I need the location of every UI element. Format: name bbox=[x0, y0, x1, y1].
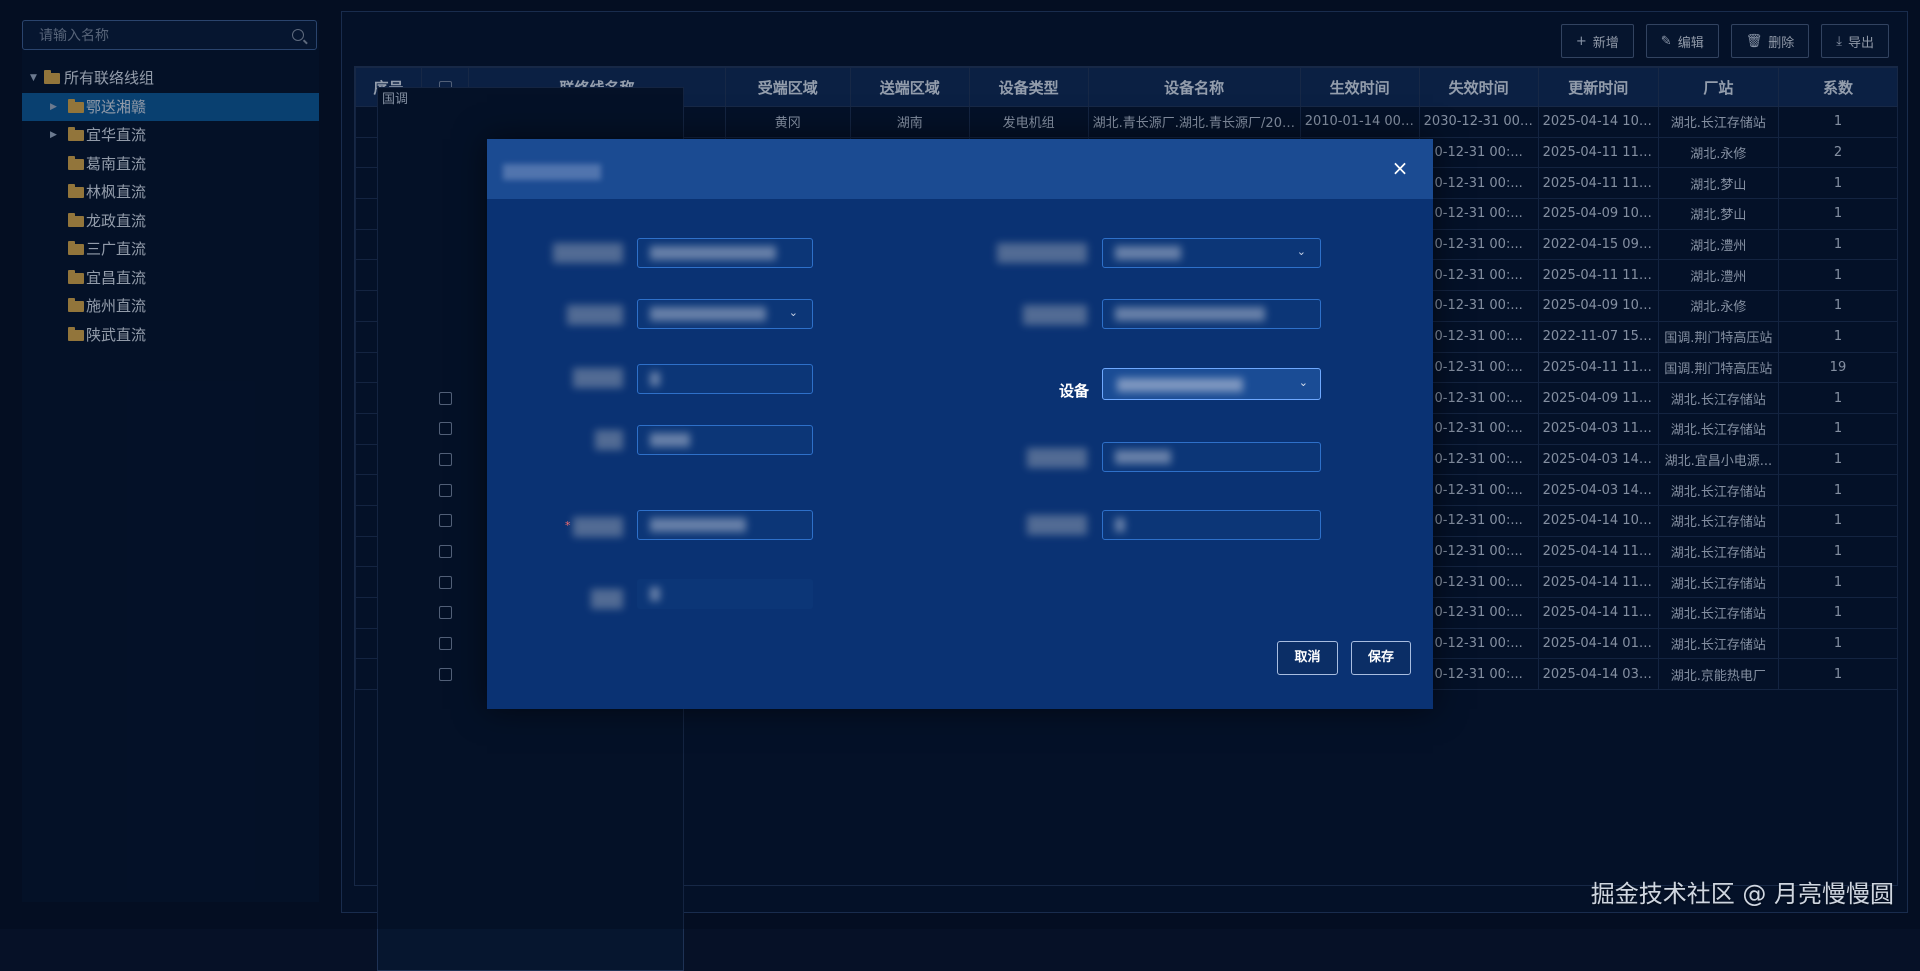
chevron-down-icon[interactable]: ⌄ bbox=[1299, 376, 1308, 389]
field-label-blurred bbox=[595, 430, 623, 450]
dialog-title-blurred bbox=[503, 164, 601, 180]
device-select[interactable]: ⌄ bbox=[1102, 368, 1321, 400]
form-input[interactable] bbox=[637, 510, 813, 540]
select-value-blurred bbox=[1115, 246, 1181, 260]
input-value-blurred bbox=[1115, 307, 1265, 321]
close-icon[interactable]: × bbox=[1387, 155, 1413, 181]
form-input[interactable] bbox=[637, 425, 813, 455]
watermark: 掘金技术社区 @ 月亮慢慢圆 bbox=[1590, 880, 1894, 908]
field-label-blurred bbox=[553, 243, 623, 263]
chevron-down-icon[interactable]: ⌄ bbox=[1297, 245, 1306, 258]
form-input[interactable] bbox=[637, 238, 813, 268]
device-value-blurred bbox=[1117, 378, 1243, 392]
field-label-blurred bbox=[591, 589, 623, 609]
dialog-header: × bbox=[487, 139, 1433, 199]
form-select[interactable]: ⌄ bbox=[1102, 238, 1321, 268]
input-value-blurred bbox=[650, 587, 660, 601]
form-input[interactable] bbox=[1102, 510, 1321, 540]
input-value-blurred bbox=[1115, 450, 1171, 464]
field-label-blurred bbox=[573, 368, 623, 388]
select-value-blurred bbox=[650, 307, 766, 321]
form-input[interactable] bbox=[1102, 442, 1321, 472]
field-label-blurred bbox=[1023, 305, 1087, 325]
required-marker: * bbox=[565, 519, 571, 532]
input-value-blurred bbox=[650, 246, 776, 260]
cancel-button[interactable]: 取消 bbox=[1277, 641, 1338, 675]
device-field-label: 设备 bbox=[1059, 382, 1090, 400]
form-select[interactable]: ⌄ bbox=[637, 299, 813, 329]
form-input[interactable] bbox=[637, 579, 813, 609]
chevron-down-icon[interactable]: ⌄ bbox=[789, 306, 798, 319]
form-input[interactable] bbox=[637, 364, 813, 394]
field-label-blurred bbox=[1027, 448, 1087, 468]
save-button[interactable]: 保存 bbox=[1351, 641, 1411, 675]
form-input[interactable] bbox=[1102, 299, 1321, 329]
input-value-blurred bbox=[650, 433, 690, 447]
input-value-blurred bbox=[650, 518, 746, 532]
field-label-blurred bbox=[567, 305, 623, 325]
field-label-blurred bbox=[1027, 515, 1087, 535]
input-value-blurred bbox=[650, 372, 660, 386]
input-value-blurred bbox=[1115, 518, 1125, 532]
field-label-blurred bbox=[573, 517, 623, 537]
field-label-blurred bbox=[997, 243, 1087, 263]
edit-dialog: × ⌄ * ⌄ 设备 ⌄ 取消 保存 bbox=[487, 139, 1433, 709]
